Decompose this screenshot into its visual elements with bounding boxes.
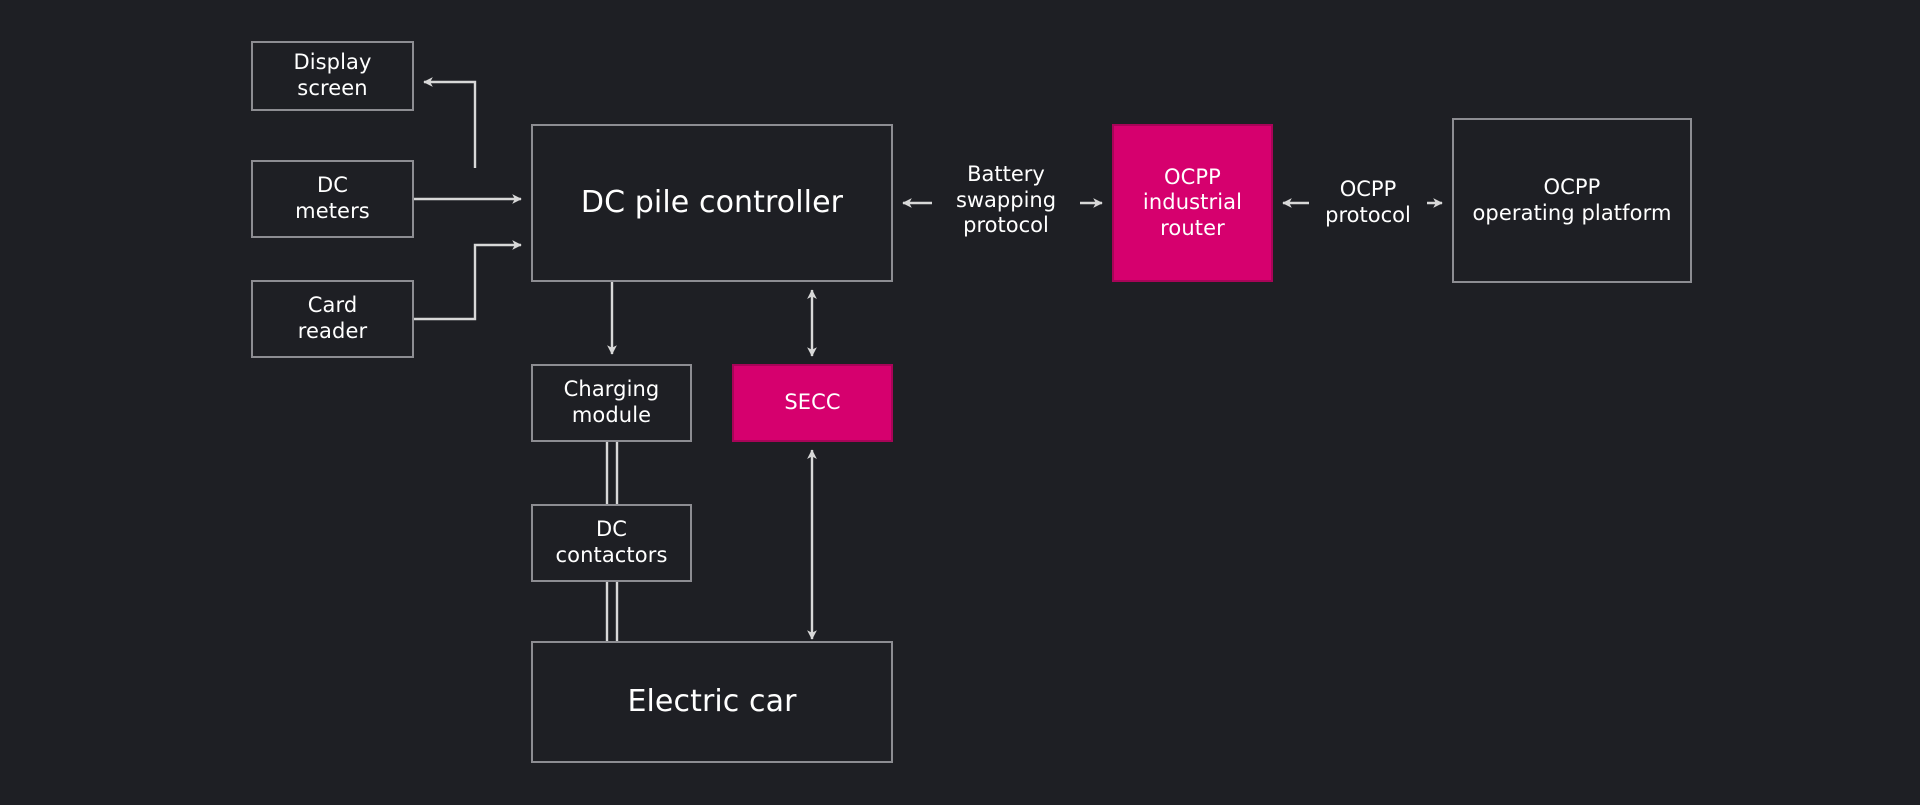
- node-dc-pile-controller[interactable]: DC pile controller: [531, 124, 893, 282]
- node-charging-module-label: Charging module: [563, 377, 660, 427]
- node-card-reader[interactable]: Card reader: [251, 280, 414, 358]
- node-ocpp-operating-platform-label: OCPP operating platform: [1472, 174, 1672, 225]
- node-dc-contactors[interactable]: DC contactors: [531, 504, 692, 582]
- node-charging-module[interactable]: Charging module: [531, 364, 692, 442]
- node-ocpp-industrial-router[interactable]: OCPP industrial router: [1112, 124, 1273, 282]
- edge-label-battery-swapping-protocol: Battery swapping protocol: [932, 162, 1080, 239]
- node-electric-car[interactable]: Electric car: [531, 641, 893, 763]
- edge-label-ocpp-protocol: OCPP protocol: [1309, 177, 1427, 229]
- node-secc-label: SECC: [784, 390, 841, 415]
- node-electric-car-label: Electric car: [627, 683, 797, 719]
- node-display-screen-label: Display screen: [293, 50, 372, 100]
- diagram-canvas-root: Display screen DC meters Card reader DC …: [0, 0, 1920, 805]
- node-ocpp-operating-platform[interactable]: OCPP operating platform: [1452, 118, 1692, 283]
- connector-controller-to-display-screen: [423, 77, 477, 168]
- node-card-reader-label: Card reader: [297, 293, 368, 343]
- node-dc-meters[interactable]: DC meters: [251, 160, 414, 238]
- connector-card-reader-to-controller: [414, 240, 522, 321]
- node-dc-pile-controller-label: DC pile controller: [580, 184, 844, 220]
- node-dc-contactors-label: DC contactors: [555, 517, 668, 567]
- node-dc-meters-label: DC meters: [295, 173, 370, 223]
- node-secc[interactable]: SECC: [732, 364, 893, 442]
- node-display-screen[interactable]: Display screen: [251, 41, 414, 111]
- node-ocpp-industrial-router-label: OCPP industrial router: [1142, 164, 1243, 240]
